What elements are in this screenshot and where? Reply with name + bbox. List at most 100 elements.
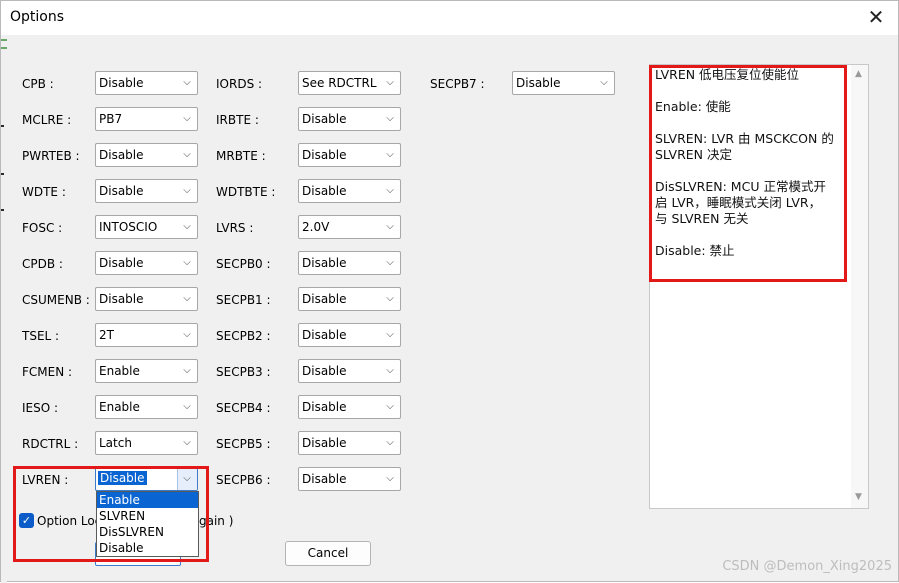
option-select[interactable]: 2T ⌵	[95, 323, 198, 347]
option-select-value: Enable	[99, 400, 140, 414]
option-lock-label: Option Loc gain )	[37, 514, 234, 528]
option-select-value: See RDCTRL	[302, 76, 377, 90]
chevron-down-icon[interactable]: ⌵	[384, 111, 396, 127]
option-select-value: Enable	[99, 364, 140, 378]
option-select[interactable]: Disable ⌵	[95, 143, 198, 167]
option-select-value: Disable	[302, 328, 347, 342]
option-select[interactable]: Disable ⌵	[298, 359, 401, 383]
chevron-down-icon[interactable]: ⌵	[384, 255, 396, 271]
window-title: Options	[10, 9, 65, 25]
chevron-down-icon[interactable]: ⌵	[384, 75, 396, 91]
option-label: SECPB3 :	[216, 365, 271, 379]
chevron-down-icon[interactable]: ⌵	[384, 291, 396, 307]
option-label: SECPB6 :	[216, 473, 271, 487]
scroll-down-icon[interactable]: ▼	[855, 492, 862, 502]
option-select-value: Disable	[302, 400, 347, 414]
option-select-value: Disable	[99, 292, 144, 306]
option-select[interactable]: Disable ⌵	[298, 323, 401, 347]
option-label: LVRS :	[216, 221, 254, 235]
option-select[interactable]: Disable ⌵	[512, 71, 615, 95]
option-select[interactable]: 2.0V ⌵	[298, 215, 401, 239]
help-scrollbar[interactable]: ▲ ▼	[851, 65, 868, 508]
option-select[interactable]: Latch ⌵	[95, 431, 198, 455]
option-label: CPB :	[22, 77, 54, 91]
option-select[interactable]: Disable ⌵	[298, 143, 401, 167]
dropdown-option[interactable]: Disable	[97, 540, 198, 556]
option-label: LVREN :	[22, 473, 69, 487]
option-label: IORDS :	[216, 77, 263, 91]
chevron-down-icon[interactable]: ⌵	[384, 183, 396, 199]
option-label: CSUMENB :	[22, 293, 90, 307]
lvren-dropdown-list[interactable]: Enable SLVREN DisSLVREN Disable	[96, 491, 199, 557]
option-select[interactable]: Disable ⌵	[298, 251, 401, 275]
option-select[interactable]: Disable ⌵	[95, 467, 198, 491]
chevron-down-icon[interactable]: ⌵	[181, 219, 193, 235]
option-select[interactable]: Disable ⌵	[298, 467, 401, 491]
option-lock-checkbox[interactable]: ✓	[19, 513, 34, 528]
dropdown-option[interactable]: DisSLVREN	[97, 524, 198, 540]
chevron-down-icon[interactable]: ⌵	[181, 435, 193, 451]
option-select[interactable]: Enable ⌵	[95, 359, 198, 383]
cancel-button[interactable]: Cancel	[285, 541, 371, 566]
chevron-down-icon[interactable]: ⌵	[181, 183, 193, 199]
option-select-value: PB7	[99, 112, 123, 126]
option-select[interactable]: PB7 ⌵	[95, 107, 198, 131]
option-label: IRBTE :	[216, 113, 259, 127]
help-text: LVREN 低电压复位使能位 Enable: 使能 SLVREN: LVR 由 …	[655, 67, 834, 258]
option-select-value: Latch	[99, 436, 132, 450]
option-label: TSEL :	[22, 329, 60, 343]
chevron-down-icon[interactable]: ⌵	[181, 147, 193, 163]
option-select-value: Disable	[302, 436, 347, 450]
chevron-down-icon[interactable]: ⌵	[181, 327, 193, 343]
chevron-down-icon[interactable]: ⌵	[181, 291, 193, 307]
chevron-down-icon[interactable]: ⌵	[598, 75, 610, 91]
option-select-value: Disable	[99, 148, 144, 162]
option-select[interactable]: Disable ⌵	[298, 287, 401, 311]
option-select[interactable]: Disable ⌵	[298, 107, 401, 131]
chevron-down-icon[interactable]: ⌵	[384, 435, 396, 451]
chevron-down-icon[interactable]: ⌵	[384, 147, 396, 163]
chevron-down-icon[interactable]: ⌵	[181, 363, 193, 379]
chevron-down-icon[interactable]: ⌵	[181, 75, 193, 91]
option-select[interactable]: Disable ⌵	[298, 395, 401, 419]
option-select-value: Disable	[302, 256, 347, 270]
close-icon[interactable]: ✕	[864, 5, 888, 29]
dropdown-option[interactable]: Enable	[97, 492, 198, 508]
chevron-down-icon[interactable]: ⌵	[181, 399, 193, 415]
option-label: PWRTEB :	[22, 149, 80, 163]
chevron-down-icon[interactable]: ⌵	[181, 255, 193, 271]
option-label: IESO :	[22, 401, 59, 415]
option-select[interactable]: Disable ⌵	[95, 71, 198, 95]
option-select-value: Disable	[302, 292, 347, 306]
option-label: FCMEN :	[22, 365, 73, 379]
option-select-value: Disable	[302, 472, 347, 486]
option-label: SECPB7 :	[430, 77, 485, 91]
option-select[interactable]: Enable ⌵	[95, 395, 198, 419]
option-select[interactable]: Disable ⌵	[298, 431, 401, 455]
option-select[interactable]: Disable ⌵	[95, 287, 198, 311]
chevron-down-icon[interactable]: ⌵	[384, 399, 396, 415]
chevron-down-icon[interactable]: ⌵	[384, 327, 396, 343]
option-label: SECPB1 :	[216, 293, 271, 307]
chevron-down-icon[interactable]: ⌵	[181, 471, 193, 487]
chevron-down-icon[interactable]: ⌵	[384, 219, 396, 235]
option-select[interactable]: See RDCTRL ⌵	[298, 71, 401, 95]
option-select-value: 2T	[99, 328, 114, 342]
option-select-value: Disable	[99, 184, 144, 198]
option-select-value: Disable	[302, 148, 347, 162]
option-select-value: Disable	[98, 471, 147, 485]
help-panel: LVREN 低电压复位使能位 Enable: 使能 SLVREN: LVR 由 …	[649, 64, 869, 509]
option-select[interactable]: Disable ⌵	[298, 179, 401, 203]
option-select-value: Disable	[302, 112, 347, 126]
option-select-value: INTOSCIO	[99, 220, 158, 234]
chevron-down-icon[interactable]: ⌵	[384, 363, 396, 379]
option-select[interactable]: Disable ⌵	[95, 179, 198, 203]
chevron-down-icon[interactable]: ⌵	[181, 111, 193, 127]
dropdown-option[interactable]: SLVREN	[97, 508, 198, 524]
scroll-up-icon[interactable]: ▲	[855, 69, 862, 79]
chevron-down-icon[interactable]: ⌵	[384, 471, 396, 487]
option-label: MCLRE :	[22, 113, 72, 127]
option-select[interactable]: INTOSCIO ⌵	[95, 215, 198, 239]
option-label: SECPB4 :	[216, 401, 271, 415]
option-select[interactable]: Disable ⌵	[95, 251, 198, 275]
